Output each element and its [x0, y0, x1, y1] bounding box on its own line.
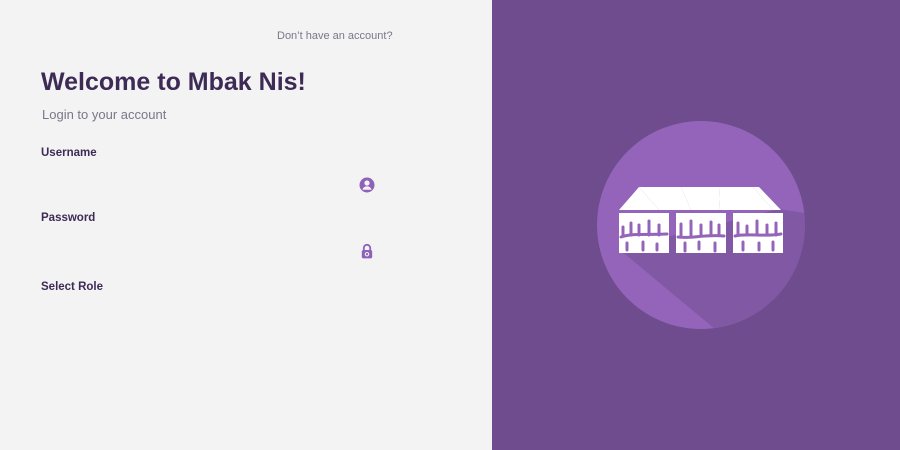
page-title: Welcome to Mbak Nis! [41, 68, 306, 96]
login-panel: Don’t have an account? Welcome to Mbak N… [0, 0, 492, 450]
market-stall-logo [597, 121, 805, 329]
role-select[interactable] [41, 300, 377, 324]
signup-link[interactable]: Don’t have an account? [277, 30, 393, 42]
password-input[interactable] [41, 239, 377, 263]
username-input[interactable] [41, 173, 377, 197]
lock-icon [361, 243, 373, 259]
password-label: Password [41, 212, 96, 224]
page-subtitle: Login to your account [42, 107, 167, 122]
username-label: Username [41, 147, 97, 159]
role-label: Select Role [41, 281, 103, 293]
user-circle-icon [359, 177, 375, 193]
